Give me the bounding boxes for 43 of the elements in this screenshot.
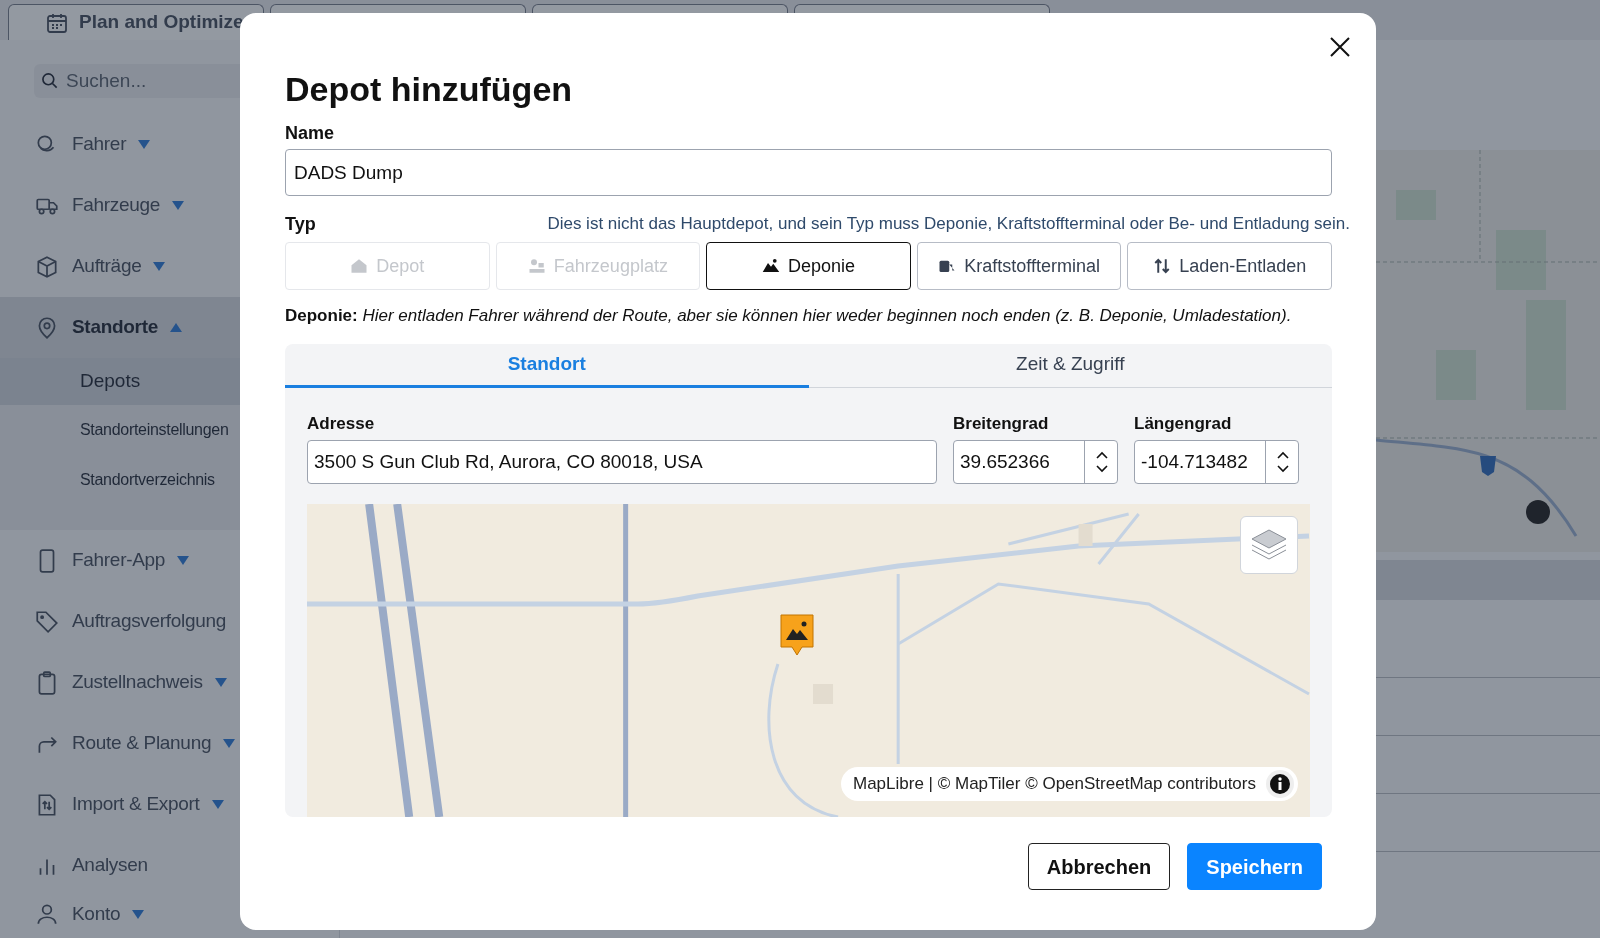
- longitude-input[interactable]: -104.713482: [1134, 440, 1299, 484]
- latitude-input[interactable]: 39.652366: [953, 440, 1118, 484]
- dialog-title: Depot hinzufügen: [285, 69, 574, 109]
- chevron-down-icon: [1095, 465, 1108, 473]
- chevron-up-icon: [1276, 451, 1289, 459]
- field-label: Name: [285, 123, 336, 143]
- sidebar-item[interactable]: Analysen: [0, 835, 339, 896]
- chevron-up-icon: [1095, 451, 1108, 459]
- type-option[interactable]: Kraftstoffterminal: [916, 242, 1122, 290]
- close-button[interactable]: [1328, 35, 1352, 59]
- map-marker-icon: [780, 614, 814, 656]
- tab[interactable]: Zeit & Zugriff: [808, 344, 1332, 388]
- info-icon: [1269, 773, 1291, 795]
- sidebar-item[interactable]: Route & Planung: [0, 713, 339, 774]
- house-icon: [350, 257, 369, 275]
- close-icon: [1330, 37, 1350, 57]
- cancel-button[interactable]: Abbrechen: [1027, 843, 1171, 890]
- sidebar-item[interactable]: Konto: [0, 896, 339, 932]
- map-attribution: MapLibre | © MapTiler © OpenStreetMap contributors: [853, 773, 1256, 796]
- layers-icon: [1250, 528, 1288, 562]
- sidebar-item[interactable]: Fahrer-App: [0, 530, 339, 591]
- sidebar-item[interactable]: Zustellnachweis: [0, 652, 339, 713]
- info-button[interactable]: [1266, 770, 1294, 798]
- sidebar-item[interactable]: Import & Export: [0, 774, 339, 835]
- address-input[interactable]: 3500 S Gun Club Rd, Aurora, CO 80018, USA: [307, 440, 937, 484]
- sidebar-item[interactable]: Auftragsverfolgung: [0, 591, 339, 652]
- chevron-down-icon: [1276, 465, 1289, 473]
- type-hint: Dies ist nicht das Hauptdepot, und sein Typ muss Deponie, Kraftstoffterminal oder Be- und Entladung sein.: [547, 214, 1350, 234]
- type-option[interactable]: Deponie: [706, 242, 911, 290]
- search-icon: [40, 71, 60, 91]
- name-input[interactable]: DADS Dump: [285, 149, 1332, 196]
- person-bed-icon: [527, 257, 546, 275]
- tag-icon: [34, 608, 60, 635]
- mountain-icon: [761, 257, 780, 275]
- field-label: Längengrad: [1134, 414, 1233, 434]
- type-option[interactable]: Laden-Entladen: [1127, 242, 1332, 290]
- field-label: Breitengrad: [953, 414, 1050, 434]
- up-down-arrows-icon: [1153, 257, 1172, 275]
- field-label: Adresse: [307, 414, 376, 434]
- save-button[interactable]: Speichern: [1187, 843, 1322, 890]
- field-label: Typ: [285, 214, 316, 234]
- tab[interactable]: Standort: [285, 344, 809, 388]
- app-tab[interactable]: Plan and Optimize: [8, 4, 264, 40]
